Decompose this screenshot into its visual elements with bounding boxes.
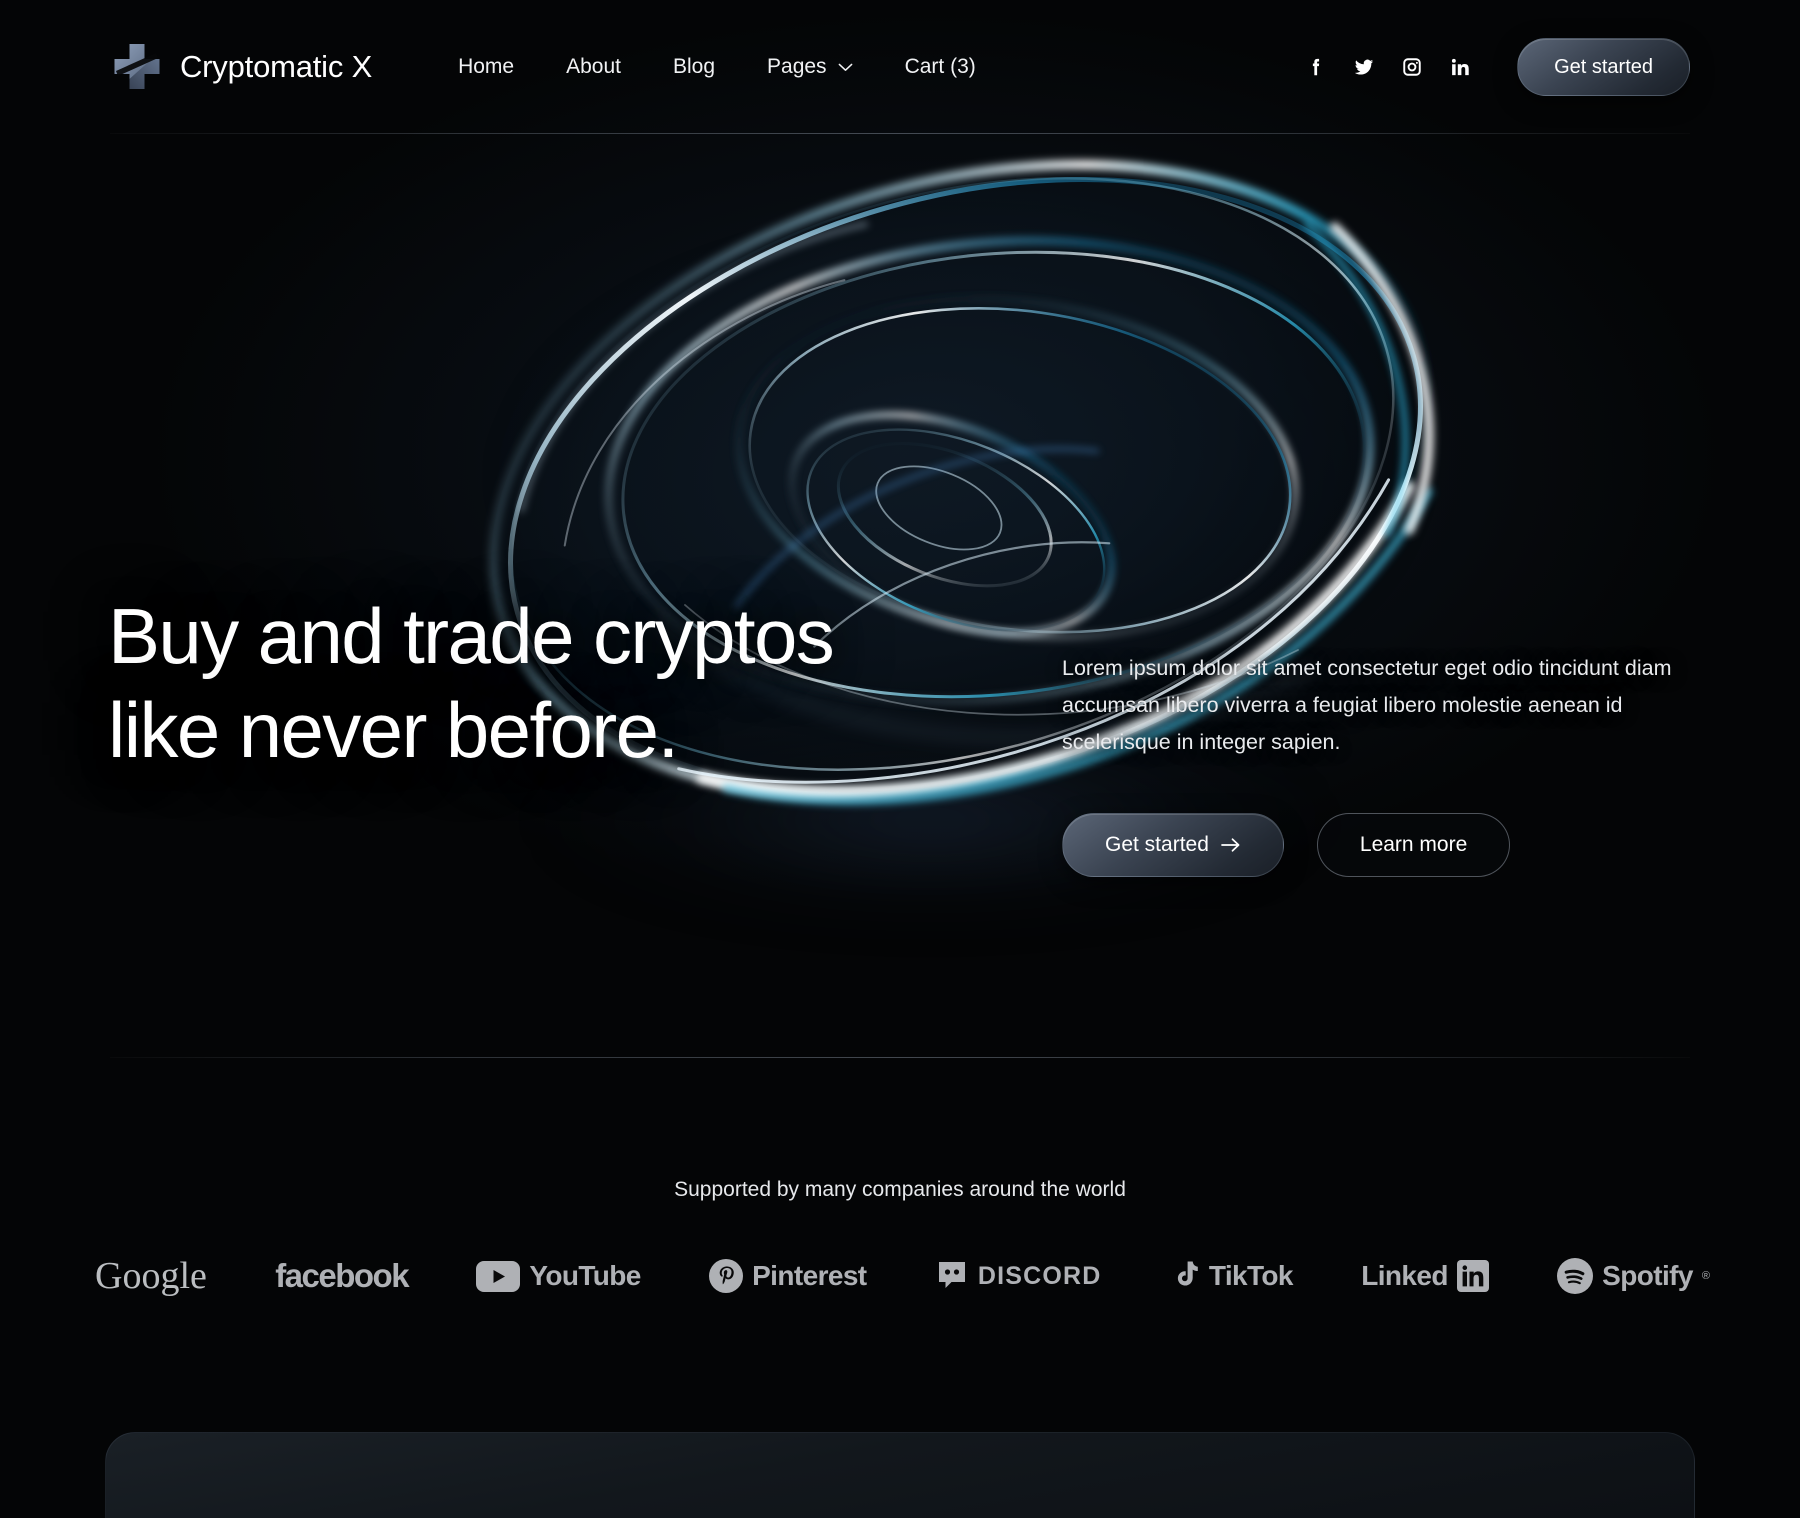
partner-logo-pinterest[interactable]: Pinterest xyxy=(709,1259,867,1293)
spotify-wordmark: Spotify xyxy=(1602,1260,1693,1291)
hero-learn-more-button[interactable]: Learn more xyxy=(1316,812,1511,877)
discord-wordmark: DISCORD xyxy=(977,1261,1102,1290)
facebook-icon[interactable] xyxy=(1305,56,1327,78)
nav-label-pages: Pages xyxy=(767,55,827,78)
linkedin-wordmark: Linked xyxy=(1361,1260,1448,1291)
nav-label-home: Home xyxy=(458,55,515,78)
facebook-wordmark: facebook xyxy=(275,1257,409,1294)
partner-logos-row: Google facebook YouTube Pinterest DISCOR… xyxy=(95,1240,1710,1312)
twitter-icon[interactable] xyxy=(1353,56,1375,78)
hero-actions: Get started Learn more xyxy=(1062,812,1702,877)
nav-label-about: About xyxy=(566,55,621,78)
youtube-wordmark: YouTube xyxy=(529,1260,641,1291)
header-get-started-button[interactable]: Get started xyxy=(1517,38,1690,96)
google-wordmark: Google xyxy=(95,1255,207,1297)
nav-label-cart: Cart (3) xyxy=(904,55,976,78)
hero-heading: Buy and trade cryptos like never before. xyxy=(108,592,835,774)
partner-logo-facebook[interactable]: facebook xyxy=(275,1257,409,1295)
main-nav: Home About Blog Pages Cart (3) xyxy=(432,45,1002,89)
nav-label-blog: Blog xyxy=(672,55,716,78)
hero-paragraph: Lorem ipsum dolor sit amet consectetur e… xyxy=(1062,656,1672,754)
nav-item-pages[interactable]: Pages xyxy=(741,45,879,89)
nav-item-home[interactable]: Home xyxy=(432,45,540,89)
brand-name: Cryptomatic X xyxy=(180,49,373,84)
partner-logo-linkedin[interactable]: Linked xyxy=(1361,1260,1489,1292)
landing-page: Cryptomatic X Home About Blog Pages Cart… xyxy=(0,0,1800,1518)
cross-slash-logo-icon xyxy=(114,44,160,89)
hero-get-started-button[interactable]: Get started xyxy=(1062,812,1284,877)
hero-primary-cta-label: Get started xyxy=(1105,832,1209,856)
supported-by-title: Supported by many companies around the w… xyxy=(674,1178,1126,1201)
chevron-down-icon xyxy=(838,63,852,71)
partner-logo-tiktok[interactable]: TikTok xyxy=(1170,1259,1294,1293)
nav-item-blog[interactable]: Blog xyxy=(647,45,741,89)
nav-item-cart[interactable]: Cart (3) xyxy=(879,45,1002,89)
hero-secondary-cta-label: Learn more xyxy=(1359,832,1468,856)
social-links xyxy=(1305,56,1471,78)
site-header: Cryptomatic X Home About Blog Pages Cart… xyxy=(0,0,1800,134)
brand-logo[interactable]: Cryptomatic X xyxy=(110,41,372,93)
arrow-right-icon xyxy=(1221,838,1240,852)
pinterest-wordmark: Pinterest xyxy=(752,1260,867,1291)
partner-logo-spotify[interactable]: Spotify ® xyxy=(1557,1258,1710,1294)
discord-icon xyxy=(938,1262,965,1288)
linkedin-icon[interactable] xyxy=(1449,56,1471,78)
partner-logo-google[interactable]: Google xyxy=(95,1254,207,1298)
instagram-icon[interactable] xyxy=(1401,56,1423,78)
pinterest-icon xyxy=(709,1259,744,1293)
header-right-group: Get started xyxy=(1305,38,1690,96)
spotify-trademark: ® xyxy=(1701,1270,1710,1282)
partner-logo-youtube[interactable]: YouTube xyxy=(476,1260,641,1292)
next-section-panel xyxy=(105,1432,1695,1518)
nav-item-about[interactable]: About xyxy=(540,45,647,89)
header-cta-label: Get started xyxy=(1554,55,1653,78)
tiktok-wordmark: TikTok xyxy=(1208,1260,1294,1291)
linkedin-box-icon xyxy=(1456,1260,1489,1292)
partner-logo-discord[interactable]: DISCORD xyxy=(935,1259,1102,1293)
spotify-icon xyxy=(1557,1258,1594,1294)
hero-copy-block: Lorem ipsum dolor sit amet consectetur e… xyxy=(1062,650,1702,877)
youtube-play-icon xyxy=(476,1260,521,1292)
tiktok-icon xyxy=(1177,1261,1198,1286)
hero-divider xyxy=(110,1057,1690,1058)
